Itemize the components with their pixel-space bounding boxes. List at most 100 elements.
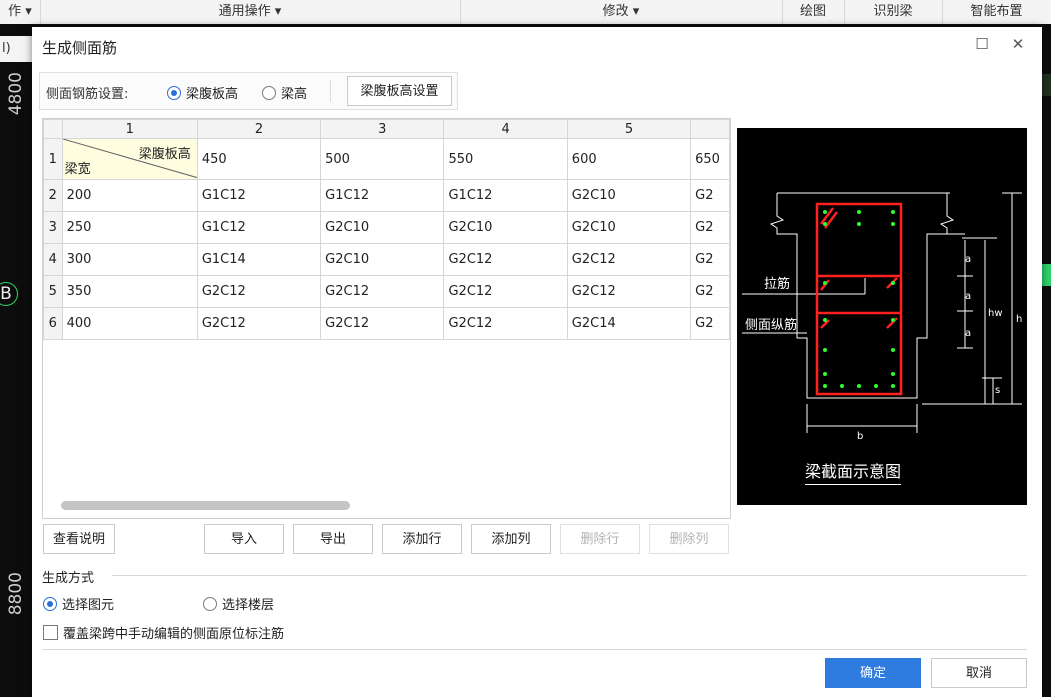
axis-label-4800: 4800 bbox=[6, 72, 26, 116]
radio-beam-height[interactable]: 梁高 bbox=[262, 83, 307, 102]
menu-operation[interactable]: 作 ▾ bbox=[0, 0, 41, 24]
table-cell[interactable]: G1C14 bbox=[196, 243, 322, 276]
table-cell[interactable]: 600 bbox=[566, 138, 692, 180]
table-cell[interactable]: G2 bbox=[690, 211, 730, 244]
table-cell[interactable]: G1C12 bbox=[196, 211, 322, 244]
radio-beam-height-label: 梁高 bbox=[281, 87, 308, 102]
table-row: 4 300 G1C14 G2C10 G2C12 G2C12 G2 bbox=[43, 243, 730, 276]
table-cell[interactable]: 350 bbox=[61, 275, 198, 308]
table-cell[interactable]: G1C12 bbox=[443, 179, 568, 212]
delete-column-button[interactable]: 删除列 bbox=[649, 524, 729, 554]
view-notes-button[interactable]: 查看说明 bbox=[43, 524, 115, 554]
table-cell[interactable]: G2C14 bbox=[566, 307, 692, 340]
table-row: 3 250 G1C12 G2C10 G2C10 G2C10 G2 bbox=[43, 211, 730, 244]
column-header[interactable]: 5 bbox=[566, 119, 692, 139]
table-cell[interactable]: G2C12 bbox=[566, 243, 692, 276]
menu-draw[interactable]: 绘图 bbox=[782, 0, 845, 24]
table-cell[interactable]: 500 bbox=[320, 138, 445, 180]
tie-bar-label: 拉筋 bbox=[764, 277, 791, 292]
rebar-grid: 1 2 3 4 5 1 梁腹板高 梁宽 450 500 550 600 650 bbox=[43, 119, 730, 340]
horizontal-scrollbar[interactable] bbox=[61, 501, 350, 510]
override-manual-rebar-checkbox[interactable]: 覆盖梁跨中手动编辑的侧面原位标注筋 bbox=[43, 623, 284, 642]
row-number[interactable]: 4 bbox=[43, 243, 63, 276]
table-cell[interactable]: 300 bbox=[61, 243, 198, 276]
radio-unselected-icon bbox=[203, 596, 217, 611]
axis-bubble-b: B bbox=[0, 282, 18, 306]
radio-select-floor[interactable]: 选择楼层 bbox=[203, 594, 274, 613]
column-header[interactable]: 4 bbox=[443, 119, 568, 139]
corner-top-label: 梁腹板高 bbox=[138, 147, 191, 162]
table-cell[interactable]: G2C12 bbox=[443, 275, 568, 308]
settings-label: 侧面钢筋设置: bbox=[46, 87, 129, 102]
table-cell[interactable]: G2C12 bbox=[566, 275, 692, 308]
table-cell[interactable]: 400 bbox=[61, 307, 198, 340]
beam-section-diagram: 拉筋 侧面纵筋 a a a hw h s b 梁截面示意图 bbox=[737, 128, 1027, 505]
table-cell[interactable]: G2 bbox=[690, 275, 730, 308]
table-cell[interactable]: 550 bbox=[443, 138, 568, 180]
left-tab[interactable]: l) bbox=[0, 36, 32, 62]
delete-row-button[interactable]: 删除行 bbox=[560, 524, 640, 554]
table-cell[interactable]: G2C10 bbox=[443, 211, 568, 244]
row-number[interactable]: 3 bbox=[43, 211, 63, 244]
row-number[interactable]: 1 bbox=[43, 138, 63, 180]
menu-smart-layout[interactable]: 智能布置 bbox=[942, 0, 1051, 24]
table-cell[interactable]: G2 bbox=[690, 307, 730, 340]
add-column-button[interactable]: 添加列 bbox=[471, 524, 551, 554]
table-cell[interactable]: G2C12 bbox=[196, 307, 322, 340]
table-cell[interactable]: 250 bbox=[61, 211, 198, 244]
section-divider bbox=[112, 575, 1027, 576]
radio-unselected-icon bbox=[262, 85, 276, 100]
table-cell[interactable]: G2C10 bbox=[566, 211, 692, 244]
table-cell[interactable]: G2C12 bbox=[196, 275, 322, 308]
table-cell[interactable]: G2C12 bbox=[443, 307, 568, 340]
row-number[interactable]: 2 bbox=[43, 179, 63, 212]
column-header[interactable]: 2 bbox=[196, 119, 322, 139]
menu-identify-beam[interactable]: 识别梁 bbox=[844, 0, 943, 24]
table-cell[interactable]: G2C12 bbox=[320, 307, 445, 340]
maximize-icon[interactable]: ☐ bbox=[972, 35, 992, 53]
table-cell[interactable]: 450 bbox=[196, 138, 322, 180]
cancel-button[interactable]: 取消 bbox=[931, 658, 1027, 688]
table-cell[interactable]: G2C10 bbox=[320, 243, 445, 276]
table-cell[interactable]: G1C12 bbox=[320, 179, 445, 212]
menu-modify[interactable]: 修改 ▾ bbox=[460, 0, 783, 24]
radio-select-element[interactable]: 选择图元 bbox=[43, 594, 114, 613]
radio-web-height[interactable]: 梁腹板高 bbox=[167, 83, 238, 102]
table-cell[interactable]: G2C12 bbox=[443, 243, 568, 276]
footer-divider bbox=[42, 649, 1027, 650]
column-header[interactable]: 3 bbox=[320, 119, 445, 139]
side-rebar-settings: 侧面钢筋设置: 梁腹板高 梁高 梁腹板高设置 bbox=[39, 72, 458, 110]
web-height-settings-button[interactable]: 梁腹板高设置 bbox=[347, 76, 452, 106]
diagram-caption: 梁截面示意图 bbox=[805, 458, 902, 485]
dim-a-label: a bbox=[965, 254, 972, 265]
corner-bottom-label: 梁宽 bbox=[64, 162, 91, 177]
row-number[interactable]: 5 bbox=[43, 275, 63, 308]
row-number[interactable]: 6 bbox=[43, 307, 63, 340]
radio-selected-icon bbox=[43, 596, 57, 611]
table-cell[interactable]: 650 bbox=[690, 138, 730, 180]
dim-h-label: h bbox=[1016, 314, 1023, 325]
dim-hw-label: hw bbox=[988, 308, 1003, 319]
column-header[interactable]: 1 bbox=[61, 119, 198, 139]
menu-common-operations[interactable]: 通用操作 ▾ bbox=[40, 0, 461, 24]
import-button[interactable]: 导入 bbox=[204, 524, 284, 554]
corner-cell[interactable]: 梁腹板高 梁宽 bbox=[61, 138, 198, 180]
export-button[interactable]: 导出 bbox=[293, 524, 373, 554]
table-cell[interactable]: G2 bbox=[690, 179, 730, 212]
table-cell[interactable]: G1C12 bbox=[196, 179, 322, 212]
side-bar-label: 侧面纵筋 bbox=[745, 318, 798, 333]
radio-web-height-label: 梁腹板高 bbox=[186, 87, 239, 102]
table-cell[interactable]: G2 bbox=[690, 243, 730, 276]
table-row: 5 350 G2C12 G2C12 G2C12 G2C12 G2 bbox=[43, 275, 730, 308]
close-icon[interactable]: ✕ bbox=[1008, 35, 1028, 53]
column-header[interactable] bbox=[690, 119, 730, 139]
ok-button[interactable]: 确定 bbox=[825, 658, 921, 688]
table-cell[interactable]: G2C10 bbox=[320, 211, 445, 244]
add-row-button[interactable]: 添加行 bbox=[382, 524, 462, 554]
table-cell[interactable]: 200 bbox=[61, 179, 198, 212]
table-cell[interactable]: G2C10 bbox=[566, 179, 692, 212]
generate-side-rebar-dialog: 生成侧面筋 ☐ ✕ 侧面钢筋设置: 梁腹板高 梁高 梁腹板高设置 1 2 3 4… bbox=[32, 27, 1042, 697]
radio-select-floor-label: 选择楼层 bbox=[222, 598, 275, 613]
axis-label-8800: 8800 bbox=[6, 572, 26, 616]
table-cell[interactable]: G2C12 bbox=[320, 275, 445, 308]
